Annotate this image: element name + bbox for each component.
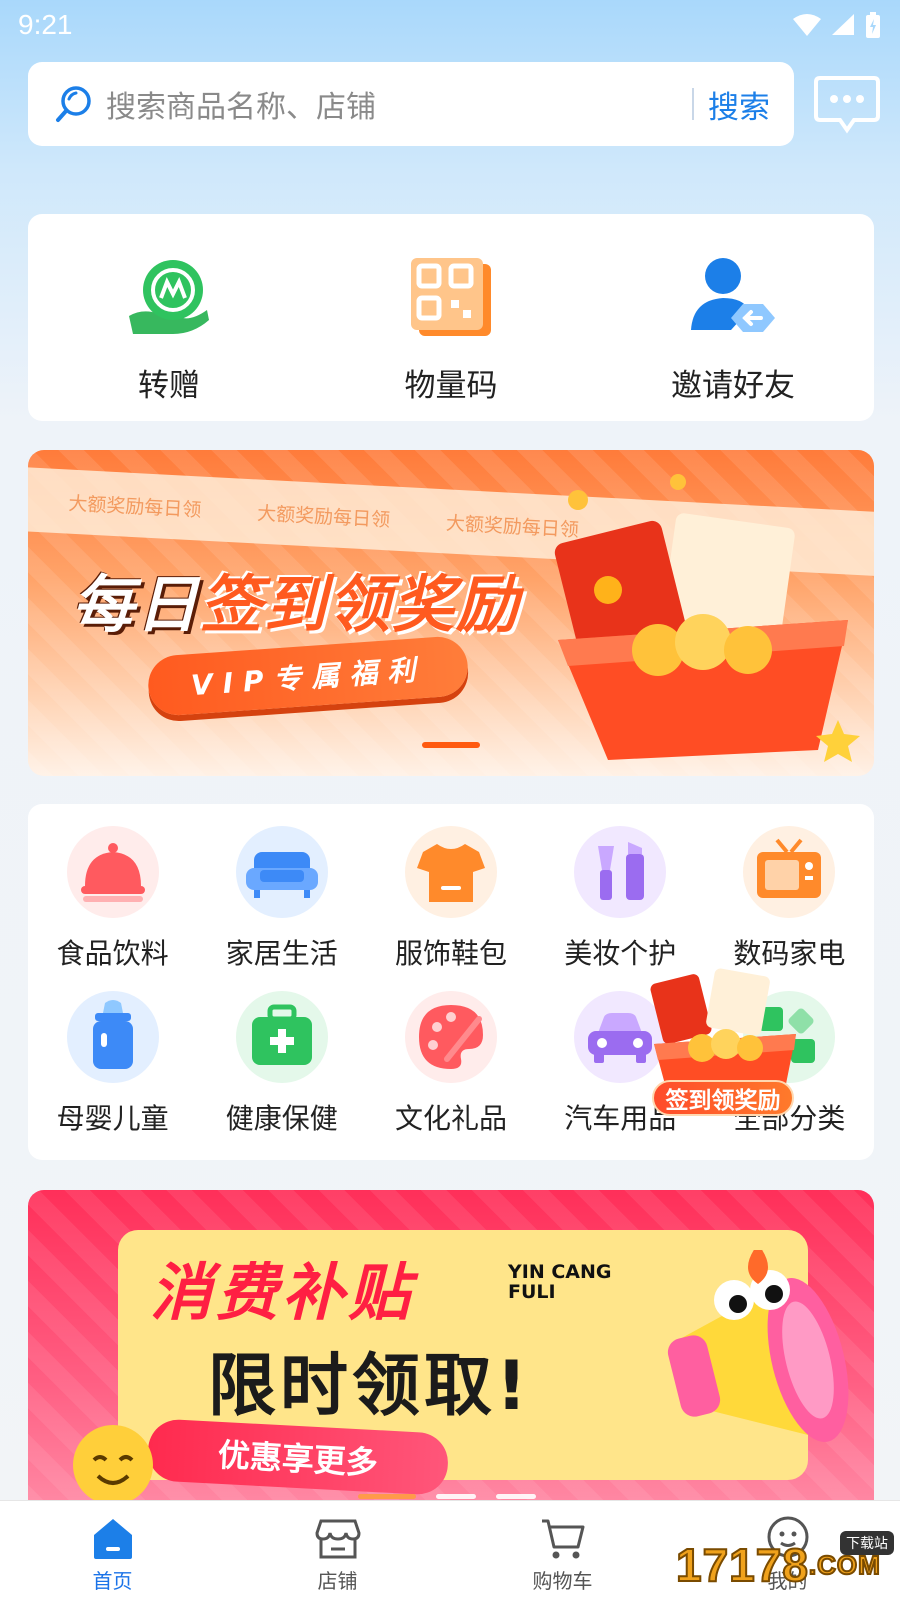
banner-title: 消费补贴 <box>150 1256 415 1329</box>
category-baby[interactable]: 母婴儿童 <box>28 985 197 1150</box>
quick-action-label: 物量码 <box>404 368 498 404</box>
tab-cart[interactable]: 购物车 <box>450 1501 675 1600</box>
tab-label: 首页 <box>92 1569 133 1593</box>
category-beauty[interactable]: 美妆个护 <box>536 820 705 985</box>
strip-text: 大额奖励每日领 <box>67 492 202 522</box>
carousel-indicator <box>358 1494 536 1499</box>
category-label: 服饰鞋包 <box>394 937 507 970</box>
qr-code-icon <box>411 258 491 336</box>
transfer-icon <box>129 260 209 334</box>
category-label: 美妆个护 <box>564 937 677 970</box>
category-label: 数码家电 <box>733 937 846 970</box>
signin-banner[interactable]: 大额奖励每日领 大额奖励每日领 大额奖励每日领 每日签到领奖励 VIP专属福利 <box>28 450 874 776</box>
signal-icon <box>832 14 854 35</box>
search-button[interactable]: 搜索 <box>708 82 770 127</box>
cart-icon <box>541 1519 584 1559</box>
wifi-icon <box>793 14 821 36</box>
search-bar[interactable]: 搜索商品名称、店铺 搜索 <box>28 62 794 146</box>
quick-action-invite[interactable]: 邀请好友 <box>592 214 874 421</box>
tab-label: 店铺 <box>317 1569 358 1593</box>
search-icon <box>56 86 91 122</box>
home-icon <box>93 1519 132 1559</box>
category-digital[interactable]: 数码家电 <box>705 820 874 985</box>
megaphone-icon <box>667 1250 849 1442</box>
category-food[interactable]: 食品饮料 <box>28 820 197 985</box>
food-cloche-icon <box>66 826 159 918</box>
tab-home[interactable]: 首页 <box>0 1501 225 1600</box>
banner-pill: VIP专属福利 <box>146 634 470 718</box>
makeup-icon <box>574 826 667 918</box>
medical-kit-icon <box>235 991 328 1083</box>
category-label: 文化礼品 <box>394 1102 507 1135</box>
message-icon[interactable] <box>814 74 880 134</box>
emoji-face-icon <box>73 1425 153 1505</box>
floating-signin-label[interactable]: 签到领奖励 <box>652 1080 794 1116</box>
sofa-icon <box>235 826 328 918</box>
tab-label: 购物车 <box>532 1569 593 1593</box>
quick-action-qr-code[interactable]: 物量码 <box>310 214 592 421</box>
status-time: 9:21 <box>18 9 73 40</box>
category-label: 家居生活 <box>225 937 338 970</box>
category-home[interactable]: 家居生活 <box>197 820 366 985</box>
category-label: 健康保健 <box>225 1102 338 1135</box>
invite-user-icon <box>691 258 775 332</box>
quick-actions-card: 转赠 物量码 邀请好友 <box>28 214 874 421</box>
quick-action-transfer[interactable]: 转赠 <box>28 214 310 421</box>
banner-subtitle: 限时领取! <box>208 1347 532 1426</box>
category-health[interactable]: 健康保健 <box>197 985 366 1150</box>
category-label: 食品饮料 <box>56 937 169 970</box>
watermark-tag: 下载站 <box>840 1531 894 1555</box>
banner-pill-text: VIP专属福利 <box>189 652 427 703</box>
banner-title-part1: 每日 <box>72 568 201 641</box>
palette-icon <box>404 991 497 1083</box>
carousel-dot <box>496 1494 536 1499</box>
subsidy-banner[interactable]: 消费补贴 YIN CANG FULI 限时领取! 优惠享更多 <box>28 1190 874 1510</box>
banner-english-text: YIN CANG FULI <box>508 1261 612 1303</box>
watermark-number: 17178 <box>675 1538 809 1592</box>
status-icons <box>792 11 882 39</box>
tshirt-icon <box>404 826 497 918</box>
gift-basket-icon <box>554 474 860 762</box>
search-input[interactable]: 搜索商品名称、店铺 <box>106 82 692 126</box>
status-bar: 9:21 <box>0 0 900 50</box>
carousel-dot <box>358 1494 416 1499</box>
baby-bottle-icon <box>66 991 159 1083</box>
carousel-indicator <box>422 742 480 748</box>
banner-title-part2: 签到领奖励 <box>200 568 521 641</box>
category-culture[interactable]: 文化礼品 <box>366 985 535 1150</box>
search-divider <box>692 88 694 120</box>
tab-store[interactable]: 店铺 <box>225 1501 450 1600</box>
quick-action-label: 转赠 <box>138 368 200 404</box>
tv-icon <box>743 826 836 918</box>
quick-action-label: 邀请好友 <box>671 368 795 404</box>
battery-icon <box>866 12 880 38</box>
store-icon <box>314 1519 361 1559</box>
banner-title: 每日签到领奖励 <box>72 554 520 644</box>
category-apparel[interactable]: 服饰鞋包 <box>366 820 535 985</box>
category-label: 母婴儿童 <box>56 1102 169 1135</box>
strip-text: 大额奖励每日领 <box>256 501 391 531</box>
site-watermark: 17178 .COM 下载站 <box>675 1531 896 1595</box>
banner-pill-text: 优惠享更多 <box>216 1435 379 1483</box>
carousel-dot <box>436 1494 476 1499</box>
